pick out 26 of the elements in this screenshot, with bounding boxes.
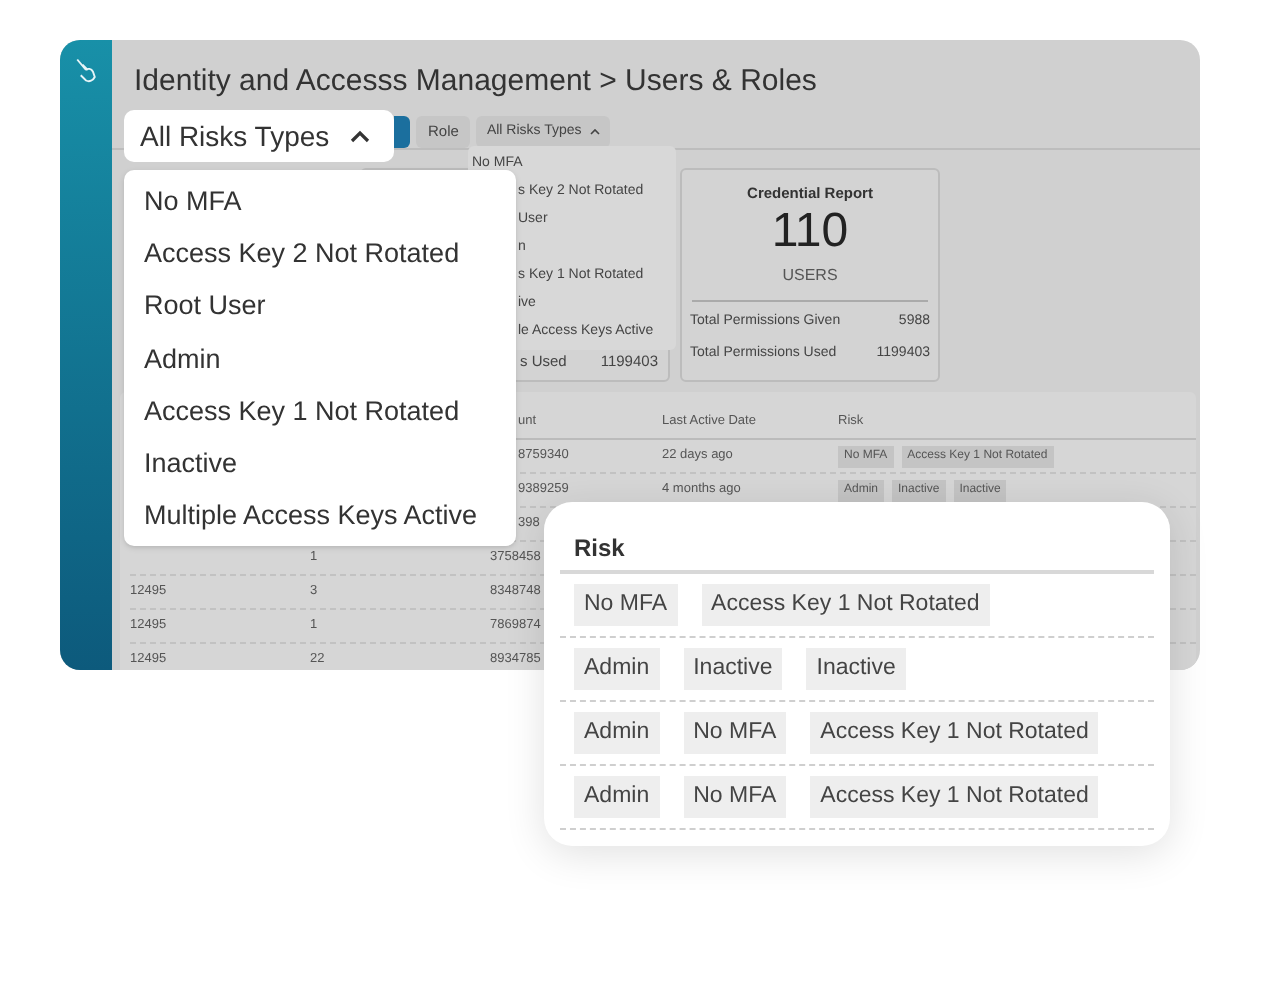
dropdown-option[interactable]: No MFA — [144, 181, 242, 223]
caret-icon — [589, 128, 600, 136]
dropdown-option[interactable]: Inactive — [144, 443, 238, 485]
caret-icon — [349, 129, 370, 143]
dropdown-option[interactable]: Admin — [144, 339, 221, 380]
risk-tag: No MFA — [683, 775, 787, 819]
risk-tag: Admin — [574, 711, 660, 755]
risk-tag: Inactive — [683, 647, 783, 691]
dropdown-option[interactable]: Multiple Access Keys Active — [144, 496, 478, 537]
risk-tag: Inactive — [806, 647, 906, 691]
risk-tag: Admin — [574, 775, 660, 819]
count-unit: USERS — [782, 264, 838, 289]
risk-tag: Admin — [574, 647, 660, 691]
user-count: 110 — [771, 204, 849, 261]
risk-type-dropdown[interactable]: All Risks Types — [124, 110, 394, 162]
column-header: Risk — [572, 532, 627, 566]
dropdown-option[interactable]: Access Key 2 Not Rotated — [144, 234, 460, 275]
page-title: Identity and Accesss Management > Users & Roles — [132, 62, 819, 102]
dropdown-option[interactable]: Access Key 1 Not Rotated — [144, 391, 460, 432]
risk-tag: Access Key 1 Not Rotated — [701, 583, 990, 627]
dropdown-option[interactable]: Root User — [144, 286, 266, 328]
filter-button[interactable] — [394, 116, 410, 148]
risk-tag: Access Key 1 Not Rotated — [810, 711, 1099, 755]
risk-tag: No MFA — [574, 583, 678, 627]
risk-tag: No MFA — [683, 711, 787, 755]
risk-tag: Access Key 1 Not Rotated — [810, 775, 1099, 819]
